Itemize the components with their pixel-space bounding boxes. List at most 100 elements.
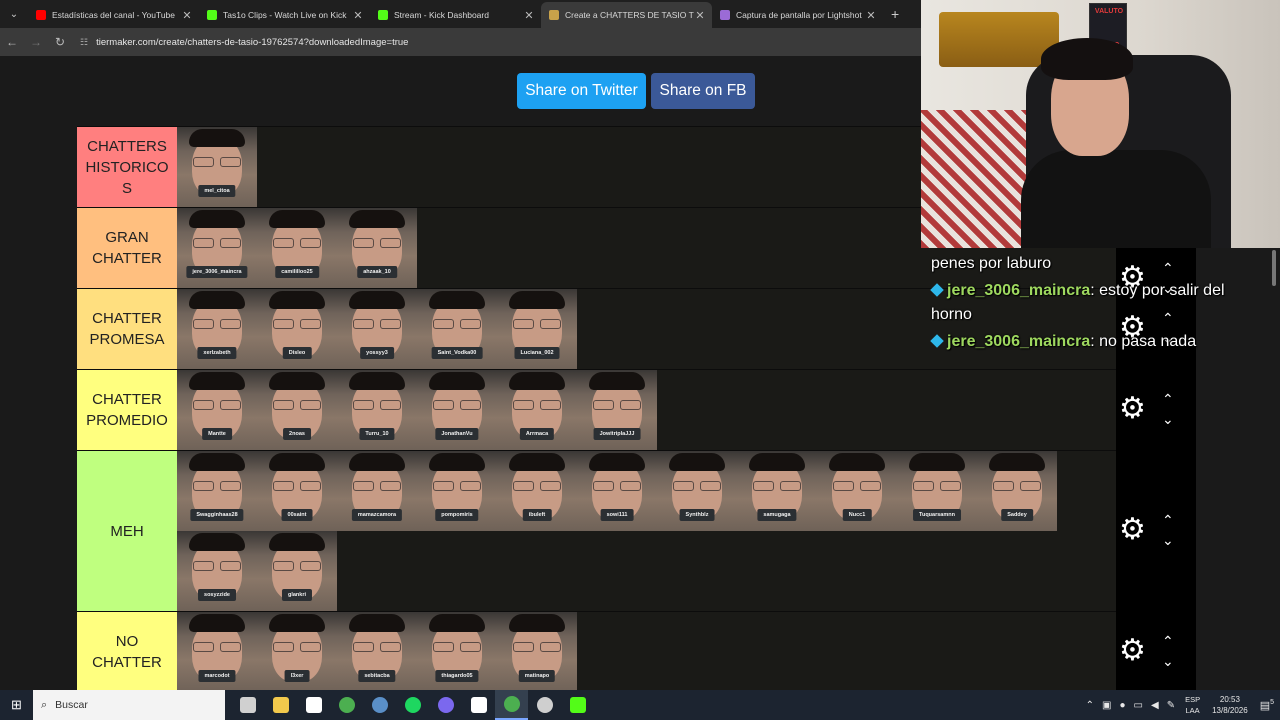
chat-username[interactable]: jere_3006_maincra (947, 282, 1090, 299)
chatter-tile[interactable]: xerlzabeth (177, 289, 257, 369)
chatter-tile[interactable]: Synthblz (657, 451, 737, 531)
page-scrollbar[interactable] (1270, 246, 1278, 690)
chatter-tile[interactable]: glankri (257, 531, 337, 611)
tier-label[interactable]: CHATTERS HISTORICO S (77, 127, 177, 207)
tab-close-icon[interactable]: ✕ (865, 9, 877, 22)
chatter-tile[interactable]: yossyy3 (337, 289, 417, 369)
reload-button[interactable]: ↻ (48, 35, 72, 49)
chatter-tile[interactable]: Turru_10 (337, 370, 417, 450)
chatter-tile[interactable]: Saint_Vodka00 (417, 289, 497, 369)
scrollbar-thumb[interactable] (1272, 250, 1276, 286)
chatter-tile[interactable]: Disleo (257, 289, 337, 369)
chatter-tile[interactable]: samugaga (737, 451, 817, 531)
pen-icon[interactable]: ✎ (1167, 700, 1175, 711)
chatter-tile[interactable]: Swagginhaas28 (177, 451, 257, 531)
chat-username[interactable]: jere_3006_maincra (947, 333, 1090, 350)
tab-close-icon[interactable]: ✕ (181, 9, 193, 22)
chat-text: : no pasa nada (1090, 333, 1197, 350)
chatter-tile[interactable]: mel_citoa (177, 127, 257, 207)
chatter-tile[interactable]: ibuleft (497, 451, 577, 531)
browser-tab[interactable]: Tas1o Clips - Watch Live on Kick ✕ (199, 2, 370, 28)
obs-icon[interactable] (528, 690, 561, 720)
back-button[interactable]: ← (0, 35, 24, 49)
clock-date: 13/8/2026 (1212, 706, 1248, 715)
new-tab-button[interactable]: + (883, 6, 907, 22)
chatter-tile[interactable]: 2noas (257, 370, 337, 450)
chevron-up-icon[interactable]: ⌃ (1162, 634, 1174, 648)
taskbar-search-input[interactable]: ⌕ Buscar (33, 690, 225, 720)
chatter-tile[interactable]: Saddey (977, 451, 1057, 531)
gear-icon[interactable]: ⚙ (1119, 514, 1146, 545)
chatter-tile[interactable]: JowitriplaJJJ (577, 370, 657, 450)
chatter-tile[interactable]: jere_3006_maincra (177, 208, 257, 288)
chevron-up-icon[interactable]: ⌃ (1162, 392, 1174, 406)
chatter-tile[interactable]: Luciana_002 (497, 289, 577, 369)
tile-glasses (353, 481, 401, 491)
chatter-tile[interactable]: l3xer (257, 612, 337, 690)
chatter-tile[interactable]: mamazcamora (337, 451, 417, 531)
tab-close-icon[interactable]: ✕ (523, 9, 535, 22)
chatter-tile[interactable]: ahzaak_10 (337, 208, 417, 288)
chatter-tile[interactable]: matinapo (497, 612, 577, 690)
chrome-icon[interactable] (330, 690, 363, 720)
browser-tab[interactable]: Stream - Kick Dashboard ✕ (370, 2, 541, 28)
tile-name: sosyzzide (198, 589, 236, 601)
tier-label[interactable]: CHATTER PROMEDIO (77, 370, 177, 450)
site-info-icon[interactable]: ☷ (80, 37, 88, 48)
chatter-tile[interactable]: 00saint (257, 451, 337, 531)
share-twitter-button[interactable]: Share on Twitter (517, 73, 646, 109)
tier-label[interactable]: NO CHATTER (77, 612, 177, 690)
chatter-tile[interactable]: JonathanVu (417, 370, 497, 450)
share-fb-button[interactable]: Share on FB (651, 73, 755, 109)
tile-hair (989, 453, 1045, 471)
steam-icon[interactable] (363, 690, 396, 720)
chatter-tile[interactable]: Tuquarsamnn (897, 451, 977, 531)
spotify-icon[interactable] (396, 690, 429, 720)
mic-icon[interactable]: ● (1119, 700, 1125, 711)
chatter-tile[interactable]: sosyzzide (177, 531, 257, 611)
chatter-tile[interactable]: thiagardo05 (417, 612, 497, 690)
app-tray-icon[interactable]: ▣ (1102, 700, 1111, 711)
chatter-tile[interactable]: marcodot (177, 612, 257, 690)
address-bar[interactable]: ☷ tiermaker.com/create/chatters-de-tasio… (80, 37, 408, 48)
browser-tab[interactable]: Estadísticas del canal - YouTube ✕ (28, 2, 199, 28)
chatter-tile[interactable]: Nucc1 (817, 451, 897, 531)
chatter-tile[interactable]: Mantte (177, 370, 257, 450)
taskbar-clock[interactable]: 20:53 13/8/2026 (1212, 694, 1248, 716)
browser-tab[interactable]: Create a CHATTERS DE TASIO Tier ✕ (541, 2, 712, 28)
capcut-icon-2[interactable] (462, 690, 495, 720)
capcut-icon[interactable] (297, 690, 330, 720)
chevron-up-icon[interactable]: ⌃ (1086, 700, 1094, 711)
notification-icon[interactable]: ▤5 (1260, 699, 1274, 712)
tier-label[interactable]: GRAN CHATTER (77, 208, 177, 288)
tab-search-button[interactable]: ⌄ (0, 0, 28, 28)
browser-tab[interactable]: Captura de pantalla por Lightshot ✕ (712, 2, 883, 28)
taskbar-apps (231, 690, 594, 720)
chevron-down-icon[interactable]: ⌄ (1162, 412, 1174, 426)
chatter-tile[interactable]: pompomiris (417, 451, 497, 531)
tier-label[interactable]: MEH (77, 451, 177, 611)
gear-icon[interactable]: ⚙ (1119, 393, 1146, 424)
volume-icon[interactable]: ◀ (1151, 700, 1159, 711)
windows-start-icon[interactable]: ⊞ (0, 690, 33, 720)
gear-icon[interactable]: ⚙ (1119, 635, 1146, 666)
forward-button[interactable]: → (24, 35, 48, 49)
chevron-down-icon[interactable]: ⌄ (1162, 654, 1174, 668)
tile-name: camililloo25 (275, 266, 319, 278)
file-explorer-icon[interactable] (264, 690, 297, 720)
kick-icon[interactable] (561, 690, 594, 720)
tier-label[interactable]: CHATTER PROMESA (77, 289, 177, 369)
chatter-tile[interactable]: sowi111 (577, 451, 657, 531)
chatter-tile[interactable]: Arrmaca (497, 370, 577, 450)
chrome-active-icon[interactable] (495, 690, 528, 720)
chatter-tile[interactable]: camililloo25 (257, 208, 337, 288)
display-icon[interactable]: ▭ (1134, 700, 1143, 711)
chevron-down-icon[interactable]: ⌄ (1162, 533, 1174, 547)
chevron-up-icon[interactable]: ⌃ (1162, 513, 1174, 527)
task-view-icon[interactable] (231, 690, 264, 720)
tab-close-icon[interactable]: ✕ (352, 9, 364, 22)
discord-icon[interactable] (429, 690, 462, 720)
chatter-tile[interactable]: sebitacba (337, 612, 417, 690)
tab-close-icon[interactable]: ✕ (694, 9, 706, 22)
language-indicator[interactable]: ESP LAA (1185, 694, 1200, 716)
